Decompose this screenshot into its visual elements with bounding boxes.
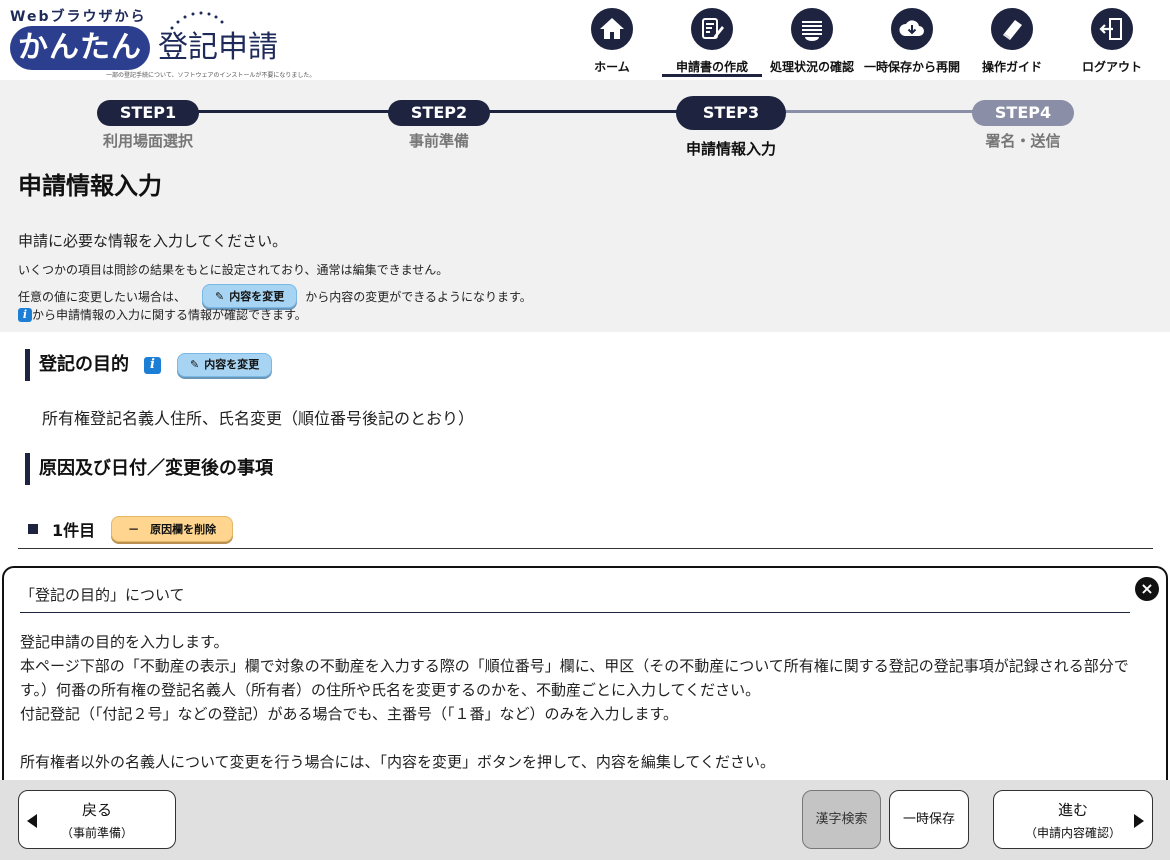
close-icon[interactable]: × <box>1135 577 1159 601</box>
header: Webブラウザから かんたん 登記申請 一部の登記手続について、ソフトウェアのイ… <box>0 0 1170 80</box>
intro-text-3: 任意の値に変更したい場合は、 ✎ 内容を変更 から内容の変更ができるようになりま… <box>18 284 532 308</box>
sample-change-button: ✎ 内容を変更 <box>202 284 298 308</box>
pencil-icon: ✎ <box>215 289 225 303</box>
intro-text-3-after: から内容の変更ができるようになります。 <box>305 289 532 304</box>
edit-document-icon <box>691 8 733 50</box>
back-button-sublabel: （事前準備） <box>60 826 133 840</box>
step4-label: 署名・送信 <box>985 132 1061 150</box>
nav-resume[interactable]: 一時保存から再開 <box>862 6 962 78</box>
pencil-icon: ✎ <box>190 358 200 371</box>
arrow-left-icon <box>27 814 37 828</box>
purpose-section-heading: 登記の目的 i ✎ 内容を変更 <box>25 349 273 381</box>
step2-pill: STEP2 <box>388 100 490 126</box>
step2-label: 事前準備 <box>408 132 469 150</box>
nav-home[interactable]: ホーム <box>562 6 662 78</box>
nav-create[interactable]: 申請書の作成 <box>662 6 762 78</box>
intro-text-2: いくつかの項目は問診の結果をもとに設定されており、通常は編集できません。 <box>18 263 449 277</box>
info-icon: i <box>18 307 32 322</box>
nav-guide-label: 操作ガイド <box>981 60 1042 74</box>
nav-home-label: ホーム <box>594 60 630 74</box>
temp-save-button[interactable]: 一時保存 <box>889 790 969 849</box>
nav-guide[interactable]: 操作ガイド <box>962 6 1062 78</box>
info-panel-divider <box>20 612 1130 613</box>
page-title: 申請情報入力 <box>18 172 162 200</box>
logout-icon <box>1091 8 1133 50</box>
steps-area: STEP1 利用場面選択 STEP2 事前準備 STEP3 申請情報入力 STE… <box>0 80 1170 332</box>
square-bullet-icon <box>28 524 38 534</box>
nav-logout-label: ログアウト <box>1081 60 1142 74</box>
logo-top-text: Webブラウザから <box>10 9 147 25</box>
purpose-change-button-label: 内容を変更 <box>204 358 260 371</box>
logo-sub-text: 一部の登記手続について、ソフトウェアのインストールが不要になりました。 <box>106 72 316 79</box>
nav-create-label: 申請書の作成 <box>675 60 748 74</box>
home-icon <box>591 8 633 50</box>
item-heading: 1件目 － 原因欄を削除 <box>28 516 234 542</box>
info-panel: 「登記の目的」について × 登記申請の目的を入力します。 本ページ下部の「不動産… <box>2 566 1168 796</box>
intro-text-1: 申請に必要な情報を入力してください。 <box>18 232 288 250</box>
cause-section-heading: 原因及び日付／変更後の事項 <box>25 453 273 485</box>
purpose-value: 所有権登記名義人住所、氏名変更（順位番号後記のとおり） <box>42 409 475 428</box>
arrow-right-icon <box>1134 814 1144 828</box>
info-paragraph-gap <box>20 726 1140 750</box>
purpose-change-button[interactable]: ✎ 内容を変更 <box>177 353 273 377</box>
nav-logout[interactable]: ログアウト <box>1062 6 1162 78</box>
info-paragraph-3: 付記登記（「付記２号」などの登記）がある場合でも、主番号（「１番」など）のみを入… <box>20 705 679 723</box>
item-title: 1件目 <box>52 521 96 540</box>
step4-pill: STEP4 <box>972 100 1074 126</box>
cause-heading-text: 原因及び日付／変更後の事項 <box>39 458 273 479</box>
next-button-sublabel: （申請内容確認） <box>1024 826 1121 840</box>
item-divider <box>18 548 1153 549</box>
info-paragraph-1: 登記申請の目的を入力します。 <box>20 633 229 651</box>
nav-status-label: 処理状況の確認 <box>769 60 854 74</box>
nav-resume-label: 一時保存から再開 <box>863 60 960 74</box>
nav-status[interactable]: 処理状況の確認 <box>762 6 862 78</box>
info-panel-title: 「登記の目的」について <box>20 586 185 604</box>
step1-pill: STEP1 <box>97 100 199 126</box>
step3-label: 申請情報入力 <box>685 140 776 158</box>
info-panel-body: 登記申請の目的を入力します。 本ページ下部の「不動産の表示」欄で対象の不動産を入… <box>20 630 1140 774</box>
kanji-search-button[interactable]: 漢字検索 <box>802 790 881 849</box>
back-button-label: 戻る <box>81 801 112 819</box>
logo-kantan: かんたん <box>10 26 150 70</box>
cloud-download-icon <box>891 8 933 50</box>
step3-pill: STEP3 <box>676 96 786 130</box>
main-nav: ホーム 申請書の作成 処理状況の確認 一時保存から再開 操作ガイド ログアウト <box>562 6 1162 78</box>
footer-bar: 戻る （事前準備） 漢字検索 一時保存 進む （申請内容確認） <box>0 780 1170 860</box>
sample-change-button-label: 内容を変更 <box>229 290 285 303</box>
delete-cause-button[interactable]: － 原因欄を削除 <box>111 516 234 542</box>
app-logo[interactable]: Webブラウザから かんたん 登記申請 一部の登記手続について、ソフトウェアのイ… <box>8 6 315 79</box>
info-paragraph-2: 本ページ下部の「不動産の表示」欄で対象の不動産を入力する際の「順位番号」欄に、甲… <box>20 657 1129 699</box>
nav-active-underline <box>662 74 762 77</box>
back-button[interactable]: 戻る （事前準備） <box>18 790 176 849</box>
next-button[interactable]: 進む （申請内容確認） <box>993 790 1153 849</box>
logo-main-text: 登記申請 <box>158 30 278 65</box>
info-paragraph-4: 所有権者以外の名義人について変更を行う場合には、「内容を変更」ボタンを押して、内… <box>20 753 775 771</box>
purpose-heading-text: 登記の目的 <box>39 354 129 375</box>
next-button-label: 進む <box>1057 801 1088 819</box>
book-icon <box>991 8 1033 50</box>
progress-stepper: STEP1 利用場面選択 STEP2 事前準備 STEP3 申請情報入力 STE… <box>0 80 1170 160</box>
intro-text-4: i から申請情報の入力に関する情報が確認できます。 <box>18 306 307 323</box>
list-icon <box>791 8 833 50</box>
purpose-info-icon[interactable]: i <box>144 356 161 374</box>
step1-label: 利用場面選択 <box>102 132 193 150</box>
intro-text-4-body: から申請情報の入力に関する情報が確認できます。 <box>32 308 307 322</box>
intro-text-3-before: 任意の値に変更したい場合は、 <box>18 289 187 304</box>
